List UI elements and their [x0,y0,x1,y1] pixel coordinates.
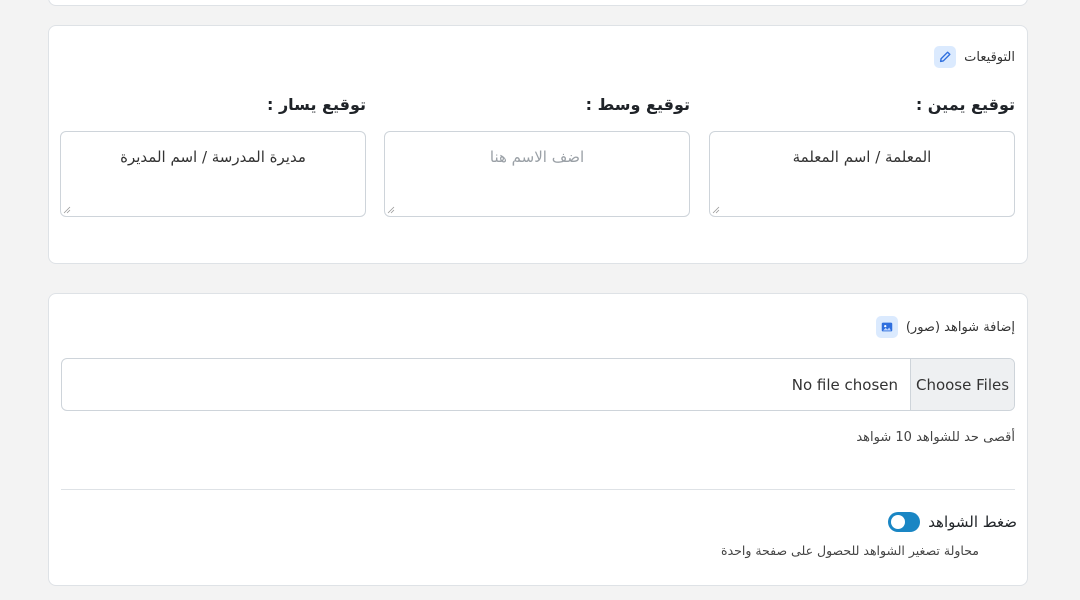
evidence-limit-hint: أقصى حد للشواهد 10 شواهد [856,430,1015,445]
resize-grip-icon[interactable] [63,206,71,214]
divider [61,489,1015,490]
signatures-card: التوقيعات توقيع يمين : المعلمة / اسم الم… [48,25,1028,264]
signature-left-textarea[interactable]: مديرة المدرسة / اسم المديرة [60,131,366,217]
signature-right-value: المعلمة / اسم المعلمة [792,148,932,166]
signature-middle-placeholder: اضف الاسم هنا [489,148,585,166]
resize-grip-icon[interactable] [387,206,395,214]
pencil-icon [934,46,957,68]
signature-middle-group: توقيع وسط : اضف الاسم هنا [384,94,690,217]
choose-files-button[interactable]: Choose Files [910,359,1014,410]
compress-evidence-row: ضغط الشواهد [888,512,1017,532]
image-icon [875,316,898,338]
evidence-file-input[interactable]: Choose Files No file chosen [61,358,1015,411]
compress-evidence-toggle[interactable] [888,512,921,532]
evidence-title: إضافة شواهد (صور) [905,319,1015,335]
signature-left-group: توقيع يسار : مديرة المدرسة / اسم المديرة [60,94,366,217]
compress-evidence-description: محاولة تصغير الشواهد للحصول على صفحة واح… [721,543,979,558]
toggle-knob [891,515,906,529]
signature-middle-label: توقيع وسط : [585,95,690,114]
signature-left-value: مديرة المدرسة / اسم المديرة [120,148,306,166]
signatures-header: التوقيعات [934,46,1015,68]
file-status-text: No file chosen [791,375,898,394]
evidence-header: إضافة شواهد (صور) [875,316,1015,338]
signature-right-group: توقيع يمين : المعلمة / اسم المعلمة [709,94,1015,217]
resize-grip-icon[interactable] [712,206,720,214]
signature-right-textarea[interactable]: المعلمة / اسم المعلمة [709,131,1015,217]
evidence-card: إضافة شواهد (صور) Choose Files No file c… [48,293,1028,586]
signature-middle-textarea[interactable]: اضف الاسم هنا [384,131,690,217]
compress-evidence-label: ضغط الشواهد [928,513,1017,531]
signature-left-label: توقيع يسار : [266,95,366,114]
signatures-title: التوقيعات [964,49,1015,65]
previous-section-card [48,0,1028,6]
signature-right-label: توقيع يمين : [915,95,1015,114]
